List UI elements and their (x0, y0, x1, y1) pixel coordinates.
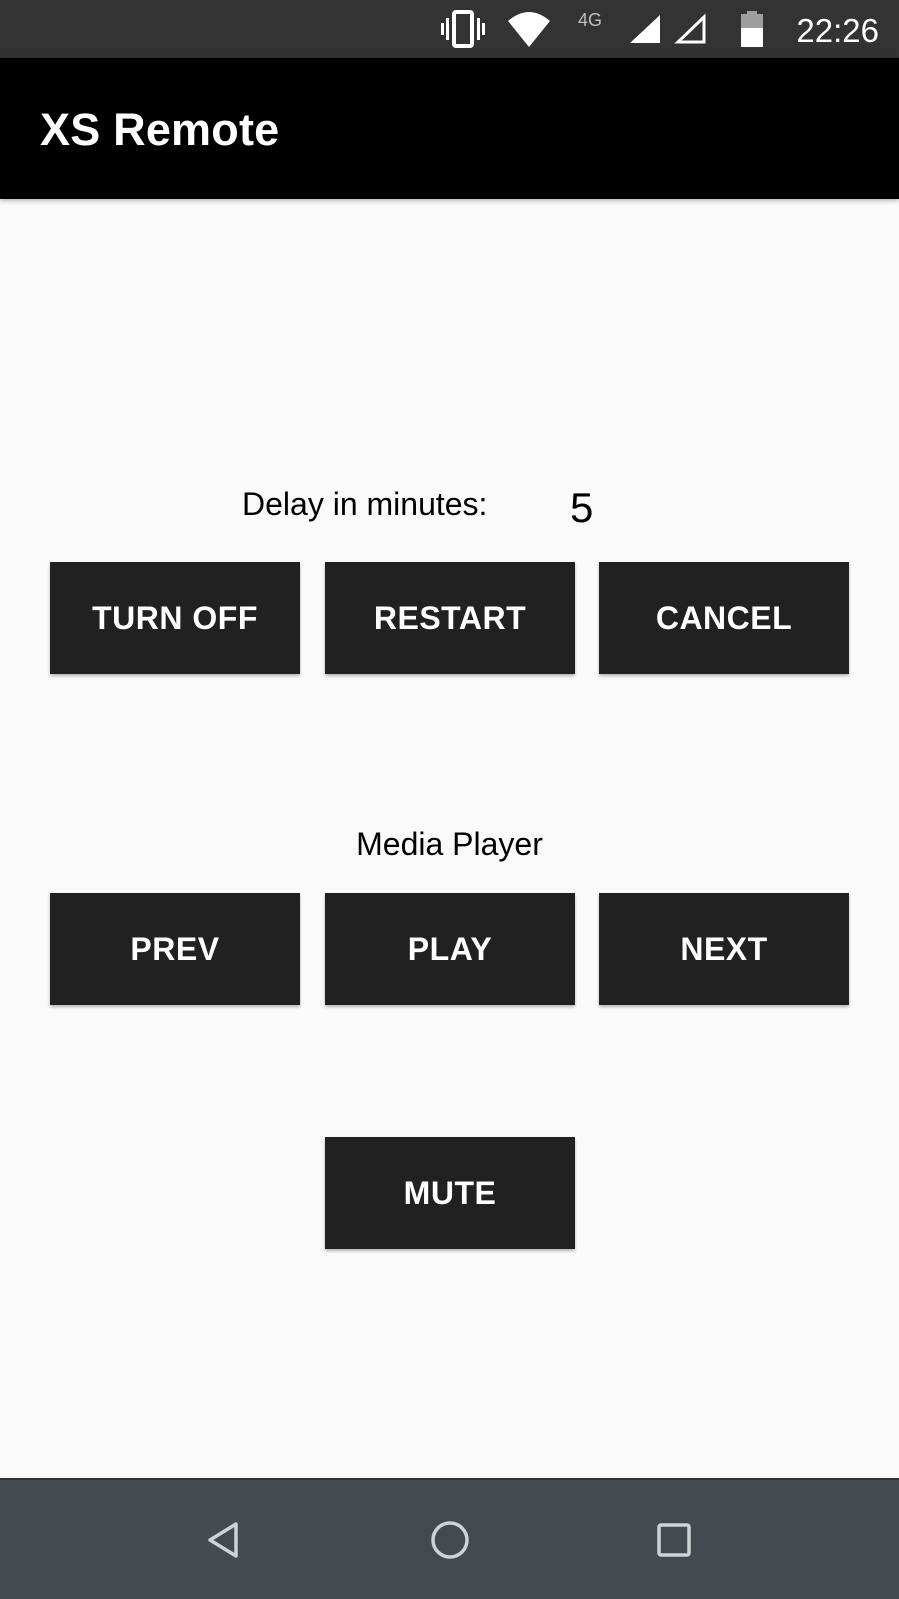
app-bar: XS Remote (0, 58, 899, 199)
delay-value[interactable]: 5 (570, 484, 593, 532)
vibrate-icon (440, 0, 486, 58)
signal-empty-icon (672, 0, 708, 58)
network-type-label: 4G (578, 10, 603, 30)
restart-button[interactable]: RESTART (325, 562, 575, 674)
wifi-icon (506, 0, 552, 58)
app-title: XS Remote (40, 104, 280, 155)
play-button[interactable]: PLAY (325, 893, 575, 1005)
nav-divider (0, 1478, 899, 1480)
delay-label: Delay in minutes: (242, 486, 488, 522)
mute-button[interactable]: MUTE (325, 1137, 575, 1249)
back-icon[interactable] (194, 1510, 254, 1570)
turn-off-button[interactable]: TURN OFF (50, 562, 300, 674)
cancel-button[interactable]: CANCEL (599, 562, 849, 674)
status-bar: 4G 22:26 (0, 0, 899, 58)
home-icon[interactable] (420, 1510, 480, 1570)
media-player-label: Media Player (356, 826, 543, 862)
next-button[interactable]: NEXT (599, 893, 849, 1005)
prev-button[interactable]: PREV (50, 893, 300, 1005)
status-time: 22:26 (796, 12, 879, 49)
signal-full-icon (626, 0, 662, 58)
battery-icon (738, 0, 766, 58)
recents-icon[interactable] (644, 1510, 704, 1570)
